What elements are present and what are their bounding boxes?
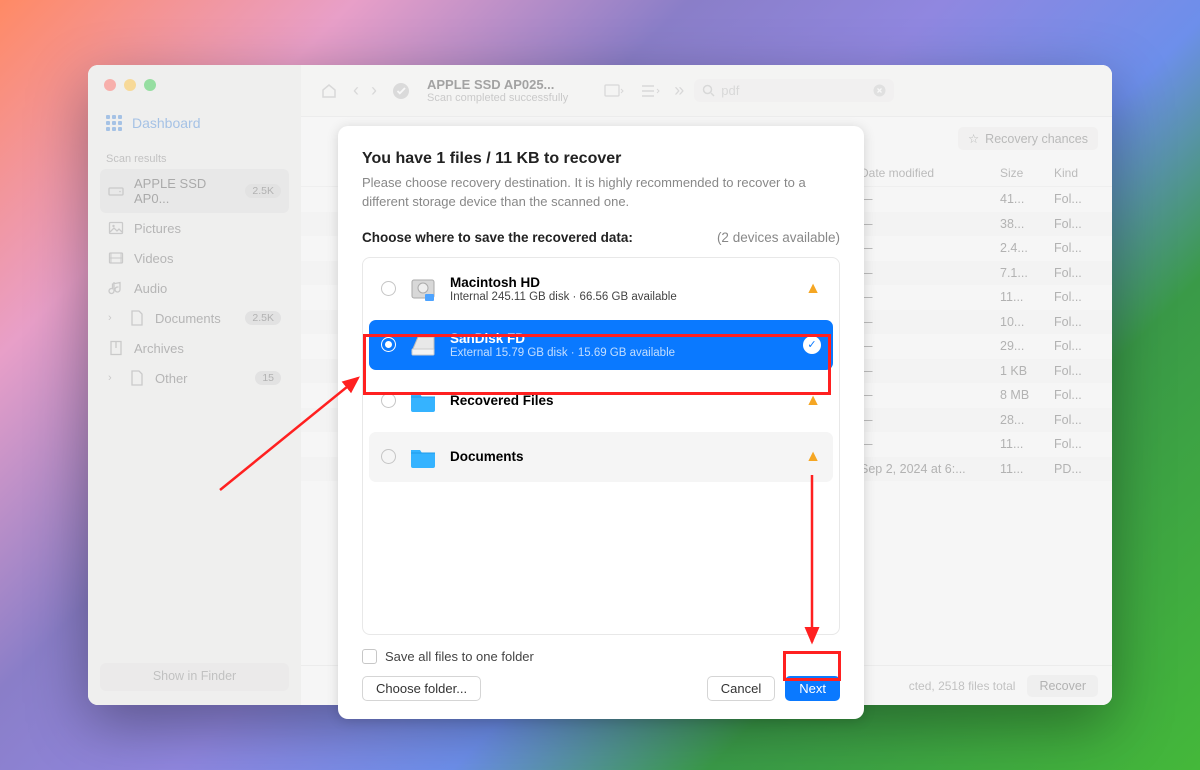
modal-subtitle: Please choose recovery destination. It i…	[362, 174, 840, 212]
folder-icon	[408, 442, 438, 472]
device-sub: Internal 245.11 GB disk · 66.56 GB avail…	[450, 291, 793, 303]
device-name: Macintosh HD	[450, 275, 793, 290]
hdd-icon	[408, 274, 438, 304]
device-option[interactable]: Recovered Files ▲	[369, 376, 833, 426]
radio-icon[interactable]	[381, 393, 396, 408]
device-name: Documents	[450, 449, 793, 464]
cancel-button[interactable]: Cancel	[707, 676, 775, 701]
check-icon: ✓	[803, 336, 821, 354]
radio-icon[interactable]	[381, 337, 396, 352]
radio-icon[interactable]	[381, 281, 396, 296]
save-all-label: Save all files to one folder	[385, 649, 534, 664]
checkbox-icon[interactable]	[362, 649, 377, 664]
ext-icon	[408, 330, 438, 360]
folder-icon	[408, 386, 438, 416]
device-list: Macintosh HD Internal 245.11 GB disk · 6…	[362, 257, 840, 635]
devices-available: (2 devices available)	[717, 230, 840, 245]
modal-title: You have 1 files / 11 KB to recover	[362, 150, 840, 168]
device-name: SanDisk FD	[450, 331, 791, 346]
device-option[interactable]: Macintosh HD Internal 245.11 GB disk · 6…	[369, 264, 833, 314]
device-option[interactable]: SanDisk FD External 15.79 GB disk · 15.6…	[369, 320, 833, 370]
warning-icon: ▲	[805, 392, 821, 410]
recovery-modal: You have 1 files / 11 KB to recover Plea…	[338, 126, 864, 719]
radio-icon[interactable]	[381, 449, 396, 464]
choose-label: Choose where to save the recovered data:	[362, 230, 633, 245]
warning-icon: ▲	[805, 280, 821, 298]
device-name: Recovered Files	[450, 393, 793, 408]
save-all-option[interactable]: Save all files to one folder	[362, 649, 840, 664]
choose-folder-button[interactable]: Choose folder...	[362, 676, 481, 701]
next-button[interactable]: Next	[785, 676, 840, 701]
device-option[interactable]: Documents ▲	[369, 432, 833, 482]
warning-icon: ▲	[805, 448, 821, 466]
device-sub: External 15.79 GB disk · 15.69 GB availa…	[450, 347, 791, 359]
sidebar: Dashboard Scan results APPLE SSD AP0... …	[88, 65, 301, 705]
